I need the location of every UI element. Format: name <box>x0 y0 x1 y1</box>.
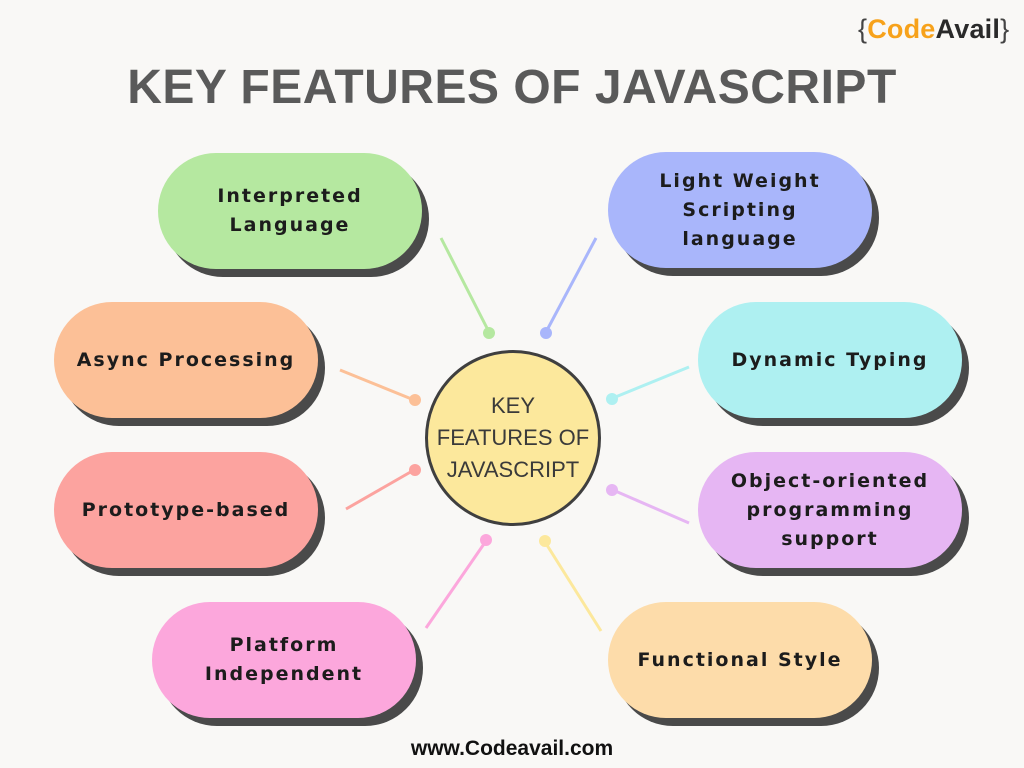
connector-platform-independent <box>424 540 488 629</box>
center-hub-label: KEY FEATURES OF JAVASCRIPT <box>436 393 590 482</box>
infographic-canvas: {CodeAvail} KEY FEATURES OF JAVASCRIPT I… <box>0 0 1024 768</box>
connector-dot-platform-independent <box>480 534 492 546</box>
feature-label: Prototype-based <box>81 498 291 521</box>
feature-interpreted-language: Interpreted Language <box>158 153 422 269</box>
feature-label: Interpreted Language <box>217 185 363 236</box>
connector-dot-prototype-based <box>409 464 421 476</box>
footer-url: www.Codeavail.com <box>410 737 614 760</box>
feature-platform-independent: Platform Independent <box>152 602 416 718</box>
feature-dynamic-typing: Dynamic Typing <box>698 302 962 418</box>
connector-object-oriented <box>612 488 690 525</box>
connector-dot-async-processing <box>409 394 421 406</box>
feature-light-weight-scripting: Light Weight Scripting language <box>608 152 872 268</box>
feature-functional-style: Functional Style <box>608 602 872 718</box>
feature-label: Light Weight Scripting language <box>659 169 821 250</box>
feature-label: Functional Style <box>637 648 843 671</box>
center-hub: KEY FEATURES OF JAVASCRIPT <box>425 350 601 526</box>
connector-dot-light-weight-scripting <box>540 327 552 339</box>
connector-dot-dynamic-typing <box>606 393 618 405</box>
feature-label: Async Processing <box>76 348 296 371</box>
feature-prototype-based: Prototype-based <box>54 452 318 568</box>
feature-label: Object-oriented programming support <box>730 469 930 550</box>
connector-light-weight-scripting <box>544 237 598 333</box>
connector-interpreted-language <box>439 237 491 333</box>
feature-object-oriented: Object-oriented programming support <box>698 452 962 568</box>
feature-label: Dynamic Typing <box>731 348 929 371</box>
connector-dot-functional-style <box>539 535 551 547</box>
connector-prototype-based <box>345 468 415 511</box>
feature-label: Platform Independent <box>204 634 364 685</box>
connector-dot-object-oriented <box>606 484 618 496</box>
connector-dot-interpreted-language <box>483 327 495 339</box>
connector-dynamic-typing <box>612 365 690 400</box>
feature-async-processing: Async Processing <box>54 302 318 418</box>
connector-functional-style <box>543 541 603 632</box>
connector-async-processing <box>339 368 415 402</box>
